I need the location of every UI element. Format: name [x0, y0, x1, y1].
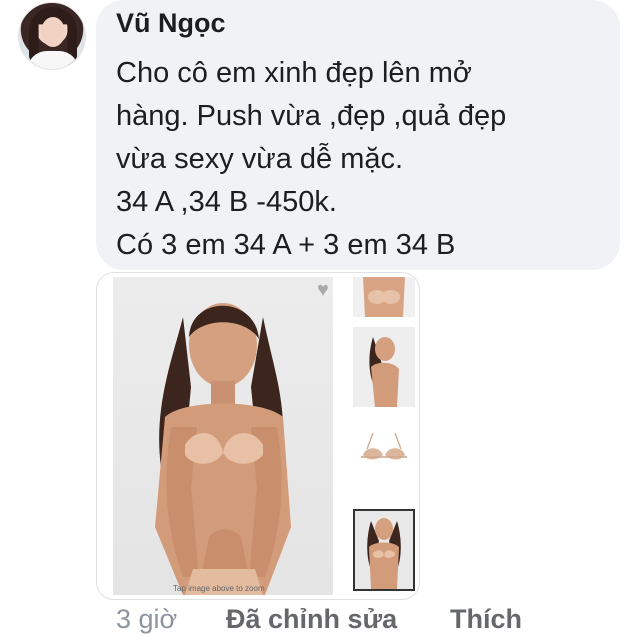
comment-line: Có 3 em 34 A + 3 em 34 B — [116, 229, 456, 261]
comment-line: Cho cô em xinh đẹp lên mở — [116, 57, 472, 89]
comment-author[interactable]: Vũ Ngọc — [116, 8, 226, 39]
thumbnail[interactable] — [353, 277, 415, 317]
attachment-image[interactable]: Tap image above to zoom ♥ — [96, 272, 420, 600]
comment-timestamp[interactable]: 3 giờ — [116, 604, 177, 635]
thumbnail[interactable] — [353, 419, 415, 501]
model-photo-illustration — [155, 303, 291, 595]
comment-text: Cho cô em xinh đẹp lên mở hàng. Push vừa… — [116, 52, 608, 267]
avatar[interactable] — [18, 2, 86, 70]
photo-caption: Tap image above to zoom — [173, 584, 265, 593]
heart-icon[interactable]: ♥ — [317, 279, 329, 302]
thumbnail[interactable] — [353, 327, 415, 407]
thumbnail-image — [353, 327, 415, 407]
thumbnail-image — [353, 419, 415, 501]
thumbnail-image — [353, 277, 415, 317]
comment-line: vừa sexy vừa dễ mặc. — [116, 143, 404, 175]
edited-label[interactable]: Đã chỉnh sửa — [226, 604, 397, 635]
avatar-face — [41, 17, 65, 47]
main-product-photo[interactable]: Tap image above to zoom — [113, 277, 333, 595]
thumbnail-selected[interactable] — [353, 509, 415, 591]
like-button[interactable]: Thích — [450, 604, 522, 635]
comment-line: 34 A ,34 B -450k. — [116, 186, 337, 218]
comment-line: hàng. Push vừa ,đẹp ,quả đẹp — [116, 100, 507, 132]
thumbnail-image — [355, 511, 413, 589]
